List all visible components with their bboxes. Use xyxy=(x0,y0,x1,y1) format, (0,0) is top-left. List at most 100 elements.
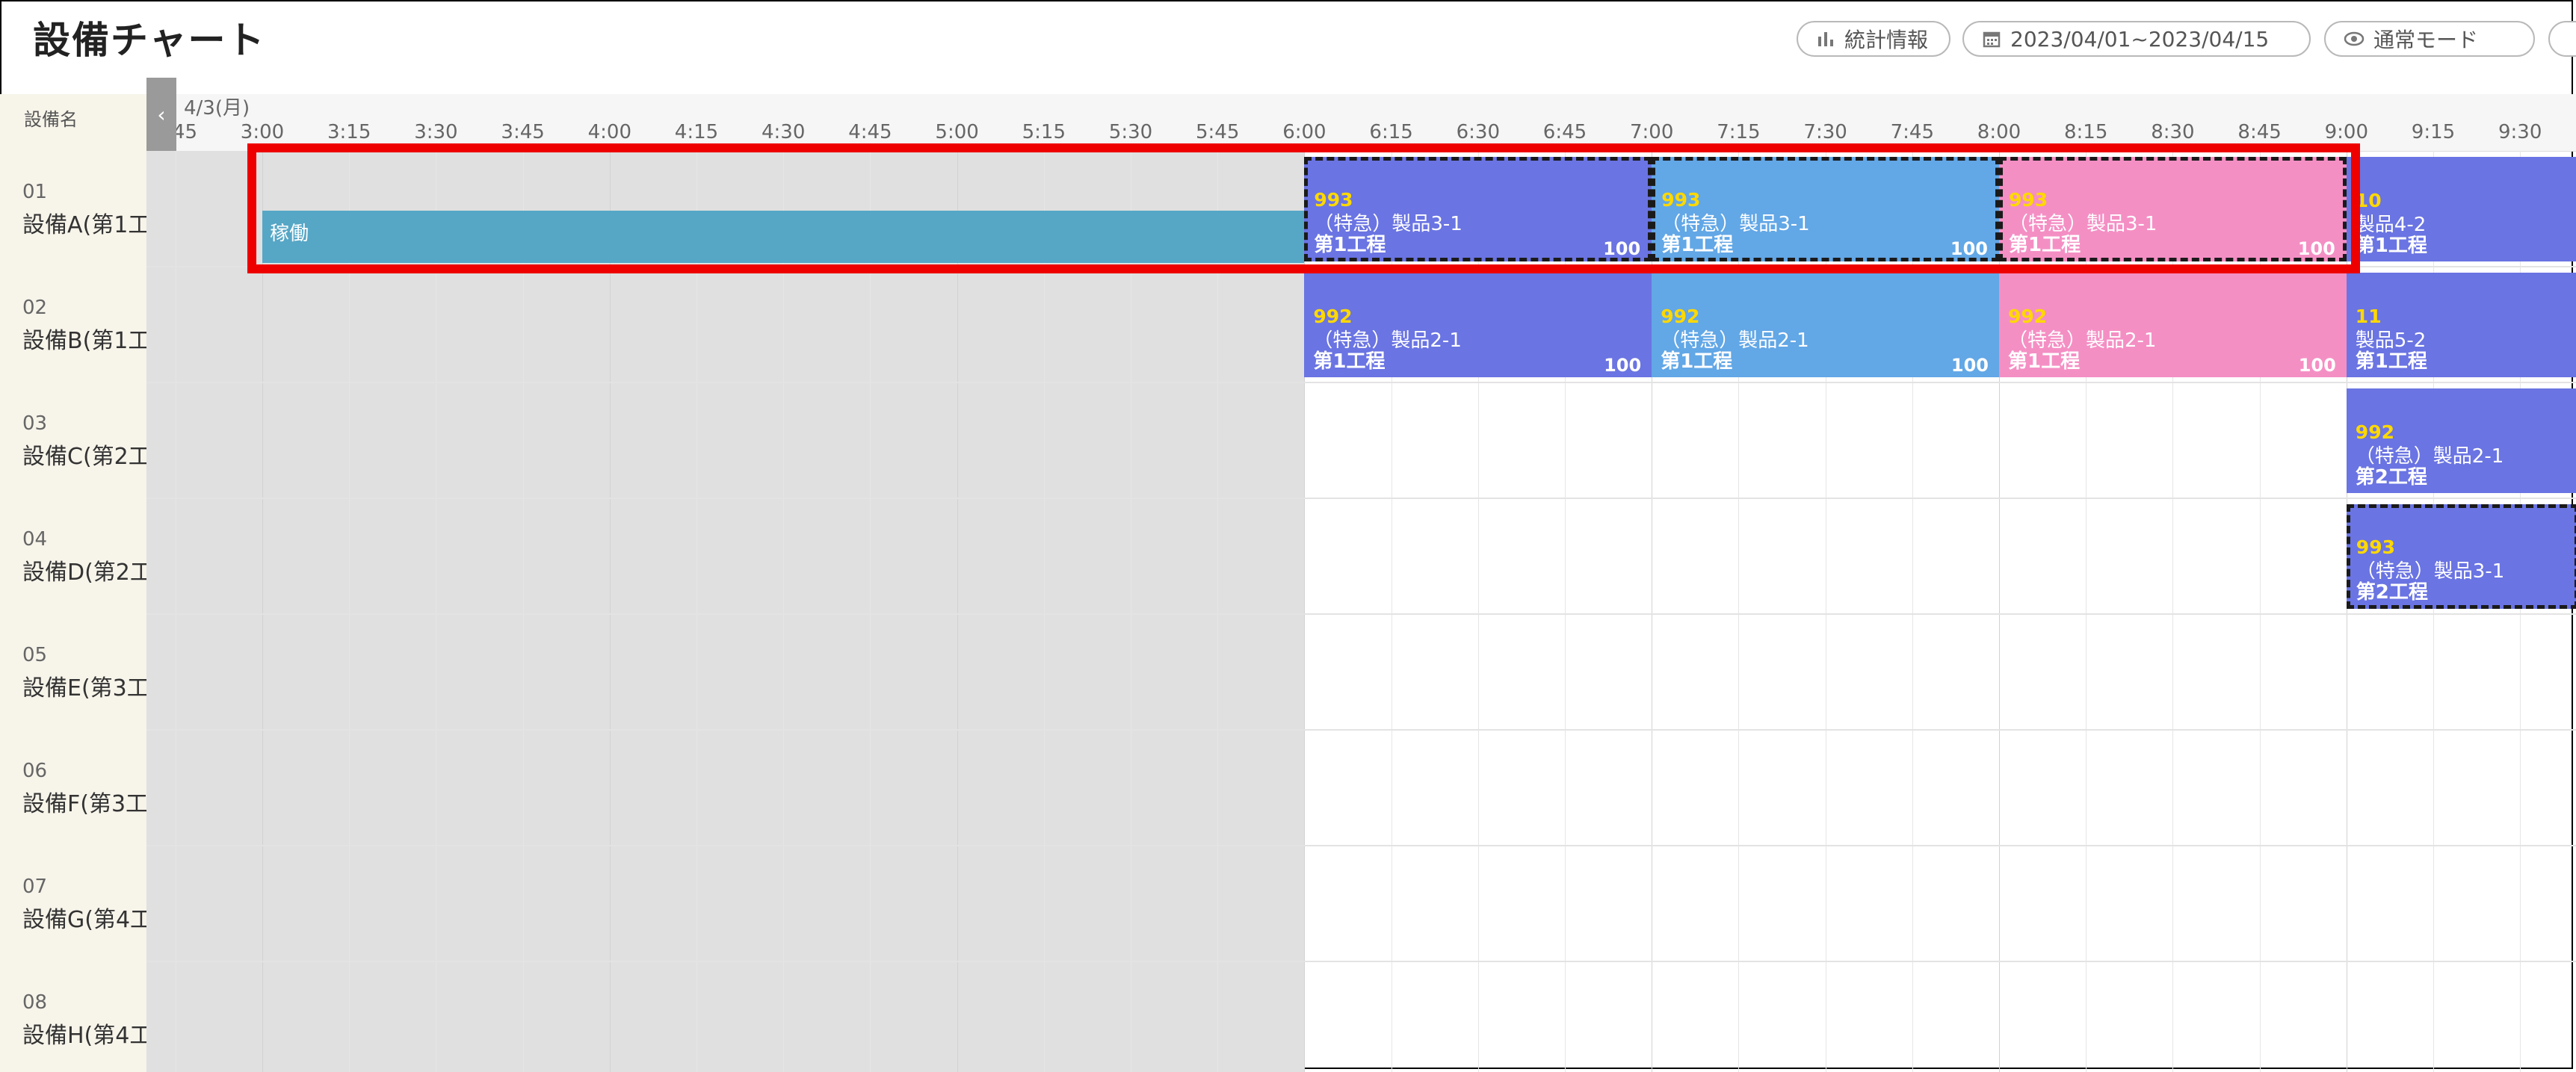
task-code: 11 xyxy=(2355,306,2382,327)
grid-vline xyxy=(262,151,263,1072)
task-bar[interactable]: 992 （特急）製品2-1 第2工程 xyxy=(2346,388,2576,493)
highlight-annotation-box xyxy=(247,143,2360,273)
equipment-code: 07 xyxy=(22,876,48,898)
equipment-row-label[interactable]: 08 設備H(第4工 xyxy=(22,991,146,1050)
time-tick: 7:30 xyxy=(1803,121,1847,143)
grid-hline xyxy=(146,498,2576,499)
equipment-code: 03 xyxy=(22,412,48,435)
time-tick: 3:30 xyxy=(414,121,458,143)
task-bar[interactable]: 993 （特急）製品3-1 第2工程 xyxy=(2346,504,2576,609)
equipment-name: 設備D(第2工 xyxy=(22,560,146,586)
time-tick: 7:15 xyxy=(1717,121,1761,143)
time-tick: 3:15 xyxy=(327,121,371,143)
grid-vline xyxy=(1217,151,1219,1072)
equipment-name: 設備A(第1工 xyxy=(22,212,146,238)
time-tick: 6:00 xyxy=(1282,121,1326,143)
stats-button-label: 統計情報 xyxy=(1844,28,1929,52)
mode-button[interactable]: 通常モード xyxy=(2324,21,2535,57)
time-tick: 8:15 xyxy=(2063,121,2108,143)
equipment-name: 設備B(第1工 xyxy=(22,328,146,354)
equipment-name: 設備G(第4工 xyxy=(22,907,146,933)
task-quantity: 100 xyxy=(1604,355,1642,376)
equipment-code: 02 xyxy=(22,297,48,319)
eye-icon xyxy=(2344,31,2365,46)
equipment-row-label[interactable]: 05 設備E(第3工 xyxy=(22,644,146,702)
equipment-code: 01 xyxy=(22,181,48,203)
equipment-row-label[interactable]: 01 設備A(第1工 xyxy=(22,181,146,239)
task-code: 992 xyxy=(2355,421,2394,443)
time-tick: 6:15 xyxy=(1369,121,1413,143)
equipment-name: 設備F(第3工 xyxy=(22,791,146,817)
task-step: 第2工程 xyxy=(2356,581,2428,604)
equipment-row-label[interactable]: 03 設備C(第2工 xyxy=(22,412,146,471)
equipment-column-header: 設備名 xyxy=(24,109,78,130)
task-quantity: 100 xyxy=(1950,355,1989,376)
time-tick: 5:15 xyxy=(1022,121,1066,143)
equipment-name: 設備C(第2工 xyxy=(22,444,146,470)
equipment-name: 設備E(第3工 xyxy=(22,675,146,701)
task-code: 992 xyxy=(1313,306,1353,327)
page-title: 設備チャート xyxy=(33,19,266,62)
collapse-sidebar-button[interactable]: ‹ xyxy=(146,78,176,151)
task-bar[interactable]: 992 （特急）製品2-1 第1工程 100 xyxy=(1304,273,1652,377)
task-bar[interactable]: 992 （特急）製品2-1 第1工程 100 xyxy=(1999,273,2347,377)
grid-vline xyxy=(609,151,611,1072)
task-step: 第1工程 xyxy=(2355,235,2427,257)
mode-button-label: 通常モード xyxy=(2373,28,2479,52)
timeline-date: 4/3(月) xyxy=(184,97,250,120)
grid-hline xyxy=(146,382,2576,383)
gantt-grid[interactable]: 稼働 993 （特急）製品3-1 第1工程 100 993 （特急）製品3-1 第1工程 100… xyxy=(146,151,2576,1072)
grid-vline xyxy=(349,151,350,1072)
equipment-name: 設備H(第4工 xyxy=(22,1023,146,1049)
task-step: 第1工程 xyxy=(1661,350,1733,373)
grid-hline xyxy=(146,961,2576,962)
task-step: 第1工程 xyxy=(2008,350,2081,373)
grid-vline xyxy=(783,151,785,1072)
task-step: 第2工程 xyxy=(2355,466,2427,489)
time-tick: 4:00 xyxy=(587,121,631,143)
bar-chart-icon xyxy=(1818,32,1833,46)
task-bar[interactable]: 10 製品4-2 第1工程 xyxy=(2346,157,2576,261)
time-tick: 8:30 xyxy=(2151,121,2195,143)
time-tick: 9:15 xyxy=(2411,121,2456,143)
time-tick: 5:00 xyxy=(935,121,979,143)
equipment-code: 08 xyxy=(22,991,48,1014)
stats-button[interactable]: 統計情報 xyxy=(1797,21,1950,57)
grid-hline xyxy=(146,613,2576,615)
time-tick: 9:00 xyxy=(2324,121,2368,143)
time-tick: 4:45 xyxy=(848,121,892,143)
time-tick: 6:30 xyxy=(1456,121,1500,143)
task-quantity: 100 xyxy=(2298,355,2336,376)
equipment-row-label[interactable]: 02 設備B(第1工 xyxy=(22,297,146,355)
equipment-row-label[interactable]: 06 設備F(第3工 xyxy=(22,760,146,818)
task-step: 第1工程 xyxy=(1313,350,1386,373)
task-step: 第1工程 xyxy=(2355,350,2427,373)
equipment-row-label[interactable]: 07 設備G(第4工 xyxy=(22,876,146,934)
time-tick: 7:00 xyxy=(1629,121,1674,143)
time-tick: 8:45 xyxy=(2237,121,2282,143)
grid-vline xyxy=(870,151,871,1072)
date-range-button[interactable]: 2023/04/01~2023/04/15 xyxy=(1962,21,2311,57)
equipment-code: 06 xyxy=(22,760,48,782)
time-tick: 4:15 xyxy=(674,121,719,143)
time-tick: 3:00 xyxy=(240,121,285,143)
time-tick: 8:00 xyxy=(1977,121,2021,143)
calendar-icon xyxy=(1983,31,2001,48)
time-tick: 5:45 xyxy=(1195,121,1240,143)
grid-hline xyxy=(146,729,2576,731)
grid-vline xyxy=(696,151,697,1072)
time-tick: 5:30 xyxy=(1108,121,1153,143)
task-code: 992 xyxy=(2008,306,2048,327)
grid-hline xyxy=(146,845,2576,846)
grid-vline xyxy=(522,151,524,1072)
grid-vline xyxy=(957,151,958,1072)
task-code: 993 xyxy=(2356,536,2395,558)
time-tick: 6:45 xyxy=(1542,121,1587,143)
time-tick: 9:30 xyxy=(2498,121,2542,143)
equipment-code: 04 xyxy=(22,528,48,551)
task-bar[interactable]: 11 製品5-2 第1工程 xyxy=(2346,273,2576,377)
grid-vline xyxy=(1043,151,1045,1072)
task-bar[interactable]: 992 （特急）製品2-1 第1工程 100 xyxy=(1652,273,1999,377)
equipment-row-label[interactable]: 04 設備D(第2工 xyxy=(22,528,146,586)
chevron-left-icon: ‹ xyxy=(157,102,166,127)
